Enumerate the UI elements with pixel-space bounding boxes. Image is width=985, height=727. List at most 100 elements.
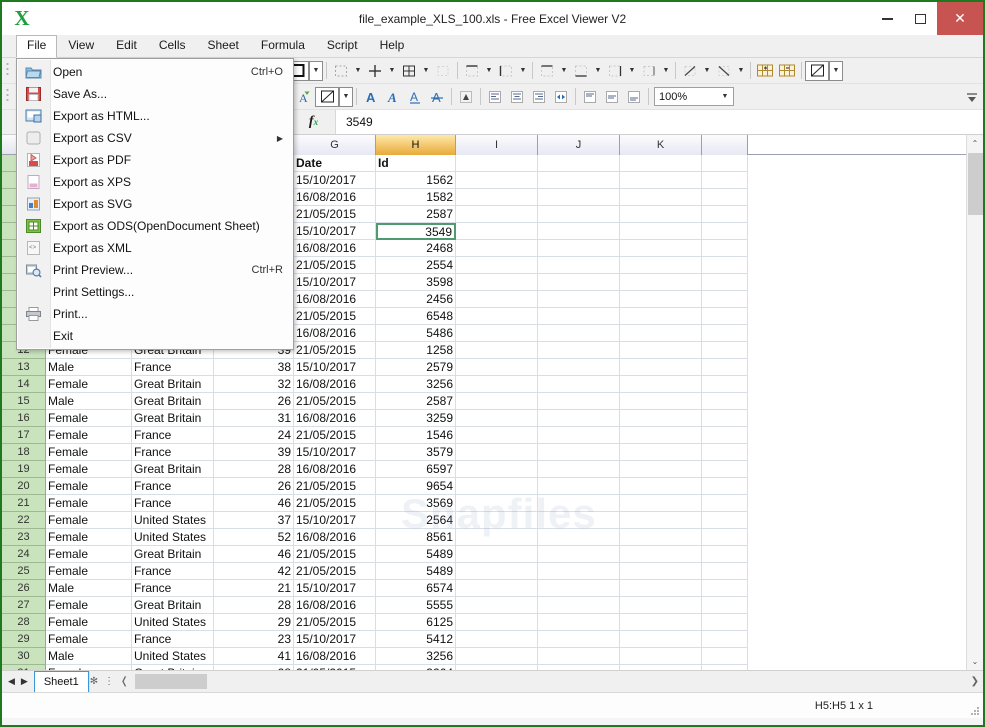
cell-x10[interactable] — [702, 308, 748, 325]
cell-F16[interactable]: 31 — [214, 410, 294, 427]
menu-script[interactable]: Script — [316, 35, 369, 57]
cell-E14[interactable]: Great Britain — [132, 376, 214, 393]
cell-K19[interactable] — [620, 461, 702, 478]
fill-color-dropdown-icon[interactable]: ▼ — [309, 60, 323, 81]
cell-I2[interactable] — [456, 172, 538, 189]
file-menu-item-export-as-xps[interactable]: Export as XPS — [17, 171, 293, 193]
horizontal-scroll-thumb[interactable] — [134, 674, 207, 689]
align-center-icon[interactable] — [506, 86, 528, 108]
cell-F26[interactable]: 21 — [214, 580, 294, 597]
cell-x27[interactable] — [702, 597, 748, 614]
cell-I12[interactable] — [456, 342, 538, 359]
cell-I11[interactable] — [456, 325, 538, 342]
cell-H2[interactable]: 1562 — [376, 172, 456, 189]
cell-J19[interactable] — [538, 461, 620, 478]
cell-H1[interactable]: Id — [376, 155, 456, 172]
cell-G12[interactable]: 21/05/2015 — [294, 342, 376, 359]
minimize-button[interactable] — [871, 2, 904, 35]
cell-F19[interactable]: 28 — [214, 461, 294, 478]
cell-J29[interactable] — [538, 631, 620, 648]
cell-J5[interactable] — [538, 223, 620, 240]
cell-J25[interactable] — [538, 563, 620, 580]
underline-icon[interactable]: A — [404, 86, 426, 108]
row-header[interactable]: 13 — [2, 359, 46, 376]
cell-I15[interactable] — [456, 393, 538, 410]
cell-D26[interactable]: Male — [46, 580, 132, 597]
cell-E16[interactable]: Great Britain — [132, 410, 214, 427]
cell-I9[interactable] — [456, 291, 538, 308]
cell-x13[interactable] — [702, 359, 748, 376]
cell-F25[interactable]: 42 — [214, 563, 294, 580]
cell-K15[interactable] — [620, 393, 702, 410]
cell-H13[interactable]: 2579 — [376, 359, 456, 376]
cell-H15[interactable]: 2587 — [376, 393, 456, 410]
row-header[interactable]: 14 — [2, 376, 46, 393]
cell-H4[interactable]: 2587 — [376, 206, 456, 223]
cell-D13[interactable]: Male — [46, 359, 132, 376]
cell-K12[interactable] — [620, 342, 702, 359]
align-left-icon[interactable] — [484, 86, 506, 108]
border-top-dropdown-icon[interactable]: ▼ — [483, 60, 495, 82]
cell-D20[interactable]: Female — [46, 478, 132, 495]
cell-G14[interactable]: 16/08/2016 — [294, 376, 376, 393]
cell-H26[interactable]: 6574 — [376, 580, 456, 597]
cell-J16[interactable] — [538, 410, 620, 427]
cell-J24[interactable] — [538, 546, 620, 563]
cell-J27[interactable] — [538, 597, 620, 614]
row-header[interactable]: 15 — [2, 393, 46, 410]
insert-cells-icon[interactable] — [754, 60, 776, 82]
cell-x31[interactable] — [702, 665, 748, 670]
cell-x29[interactable] — [702, 631, 748, 648]
cell-H12[interactable]: 1258 — [376, 342, 456, 359]
cell-K4[interactable] — [620, 206, 702, 223]
cell-F28[interactable]: 29 — [214, 614, 294, 631]
cell-H9[interactable]: 2456 — [376, 291, 456, 308]
cell-I30[interactable] — [456, 648, 538, 665]
cell-x5[interactable] — [702, 223, 748, 240]
cell-I18[interactable] — [456, 444, 538, 461]
cell-x25[interactable] — [702, 563, 748, 580]
border-none-icon[interactable] — [330, 60, 352, 82]
row-header[interactable]: 31 — [2, 665, 46, 670]
cell-H18[interactable]: 3579 — [376, 444, 456, 461]
cell-H28[interactable]: 6125 — [376, 614, 456, 631]
cell-J1[interactable] — [538, 155, 620, 172]
cell-H20[interactable]: 9654 — [376, 478, 456, 495]
cell-I16[interactable] — [456, 410, 538, 427]
cell-J21[interactable] — [538, 495, 620, 512]
cell-K23[interactable] — [620, 529, 702, 546]
cell-E22[interactable]: United States — [132, 512, 214, 529]
border-all-dropdown-icon[interactable]: ▼ — [420, 60, 432, 82]
file-menu-item-export-as-ods-opendocument-sheet[interactable]: Export as ODS(OpenDocument Sheet) — [17, 215, 293, 237]
cell-I7[interactable] — [456, 257, 538, 274]
cell-x14[interactable] — [702, 376, 748, 393]
merge-cells-icon[interactable] — [550, 86, 572, 108]
cell-x12[interactable] — [702, 342, 748, 359]
cell-G31[interactable]: 21/05/2015 — [294, 665, 376, 670]
border-bottom-dropdown-icon[interactable]: ▼ — [592, 60, 604, 82]
cell-I4[interactable] — [456, 206, 538, 223]
row-header[interactable]: 29 — [2, 631, 46, 648]
cell-I27[interactable] — [456, 597, 538, 614]
text-direction-icon[interactable] — [455, 86, 477, 108]
italic-icon[interactable]: A — [382, 86, 404, 108]
zoom-combo[interactable]: 100% ▼ — [654, 87, 734, 106]
align-right-icon[interactable] — [528, 86, 550, 108]
cell-x8[interactable] — [702, 274, 748, 291]
menu-formula[interactable]: Formula — [250, 35, 316, 57]
cell-D19[interactable]: Female — [46, 461, 132, 478]
cell-E29[interactable]: France — [132, 631, 214, 648]
cell-K16[interactable] — [620, 410, 702, 427]
cell-G24[interactable]: 21/05/2015 — [294, 546, 376, 563]
row-header[interactable]: 24 — [2, 546, 46, 563]
cell-F29[interactable]: 23 — [214, 631, 294, 648]
font-color-dropdown-icon[interactable]: ▼ — [339, 86, 353, 107]
cell-D30[interactable]: Male — [46, 648, 132, 665]
align-middle-icon[interactable] — [601, 86, 623, 108]
maximize-button[interactable] — [904, 2, 937, 35]
cell-G10[interactable]: 21/05/2015 — [294, 308, 376, 325]
cell-H24[interactable]: 5489 — [376, 546, 456, 563]
cell-H17[interactable]: 1546 — [376, 427, 456, 444]
menu-file[interactable]: File — [16, 35, 58, 58]
cell-K2[interactable] — [620, 172, 702, 189]
